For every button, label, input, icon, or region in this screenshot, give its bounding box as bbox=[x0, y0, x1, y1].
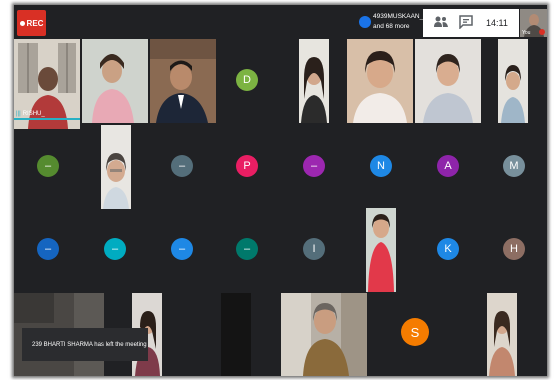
participant-video bbox=[487, 293, 517, 376]
avatar-initial: – bbox=[178, 243, 186, 255]
avatar-initial: H bbox=[510, 243, 518, 255]
participant-tile[interactable] bbox=[487, 293, 517, 376]
participants-info[interactable]: 4939MUSKAAN_ and 68 more bbox=[357, 9, 423, 38]
participant-avatar-m: M bbox=[503, 155, 525, 177]
participant-tile[interactable] bbox=[299, 39, 329, 123]
participant-tile[interactable] bbox=[366, 208, 396, 292]
avatar-initial: N bbox=[377, 160, 385, 172]
avatar-initial: – bbox=[310, 160, 318, 172]
self-view-tile[interactable]: You bbox=[520, 9, 547, 37]
participant-avatar: – bbox=[37, 238, 59, 260]
participant-tile[interactable] bbox=[281, 293, 367, 376]
participant-video bbox=[299, 39, 329, 123]
avatar-initial: K bbox=[444, 243, 452, 255]
participant-avatar-a: A bbox=[437, 155, 459, 177]
participant-tile[interactable] bbox=[415, 39, 481, 123]
participant-avatar-n: N bbox=[370, 155, 392, 177]
avatar-initial: M bbox=[509, 160, 519, 172]
participant-tile-camera-off[interactable] bbox=[221, 293, 251, 376]
participant-avatar: – bbox=[171, 238, 193, 260]
participant-avatar-p: P bbox=[236, 155, 258, 177]
avatar-initial: P bbox=[243, 160, 251, 172]
participant-tile[interactable] bbox=[498, 39, 528, 123]
participant-avatar-icon bbox=[359, 16, 371, 28]
avatar-initial: – bbox=[178, 160, 186, 172]
recording-indicator: REC bbox=[17, 10, 46, 36]
avatar-initial: – bbox=[111, 243, 119, 255]
participant-tile[interactable] bbox=[101, 125, 131, 209]
mic-muted-icon bbox=[539, 29, 545, 35]
chat-icon[interactable] bbox=[459, 15, 473, 29]
participant-avatar: – bbox=[37, 155, 59, 177]
participant-avatar-i: I bbox=[303, 238, 325, 260]
participant-tile-rishu[interactable]: ||| RISHU_ bbox=[14, 39, 80, 129]
active-speaker-indicator bbox=[14, 118, 80, 120]
participant-video bbox=[101, 125, 131, 209]
top-controls-bar: 14:11 bbox=[423, 9, 519, 37]
participant-tile[interactable] bbox=[347, 39, 413, 123]
participant-video bbox=[150, 39, 216, 123]
participant-video bbox=[281, 293, 367, 376]
avatar-initial: S bbox=[410, 324, 420, 340]
people-icon[interactable] bbox=[433, 15, 449, 29]
avatar-initial: D bbox=[243, 74, 251, 86]
participant-avatar-d: D bbox=[236, 69, 258, 91]
self-view-label: You bbox=[522, 30, 531, 36]
meeting-grid: ||| RISHU_ D – – P – N A M – – – – I K H… bbox=[14, 5, 547, 376]
speaking-icon: ||| bbox=[16, 111, 21, 117]
participant-video bbox=[347, 39, 413, 123]
participant-avatar-h: H bbox=[503, 238, 525, 260]
meeting-clock: 14:11 bbox=[486, 18, 508, 28]
participant-tile[interactable] bbox=[150, 39, 216, 123]
avatar-initial: I bbox=[312, 243, 316, 255]
participant-video bbox=[82, 39, 148, 123]
avatar-initial: – bbox=[243, 243, 251, 255]
participant-avatar: – bbox=[303, 155, 325, 177]
participant-left-notification: 239 BHARTI SHARMA has left the meeting bbox=[22, 328, 148, 361]
record-dot-icon bbox=[19, 20, 25, 26]
participant-avatar-s: S bbox=[401, 318, 429, 346]
participant-video bbox=[498, 39, 528, 123]
participant-tile[interactable] bbox=[82, 39, 148, 123]
avatar-initial: – bbox=[44, 243, 52, 255]
participant-video bbox=[415, 39, 481, 123]
participant-avatar: – bbox=[171, 155, 193, 177]
participant-avatar: – bbox=[104, 238, 126, 260]
avatar-initial: – bbox=[44, 160, 52, 172]
participant-avatar: – bbox=[236, 238, 258, 260]
participant-avatar-k: K bbox=[437, 238, 459, 260]
participant-name-label: ||| RISHU_ bbox=[16, 111, 45, 117]
participant-video bbox=[366, 208, 396, 292]
avatar-initial: A bbox=[444, 160, 452, 172]
